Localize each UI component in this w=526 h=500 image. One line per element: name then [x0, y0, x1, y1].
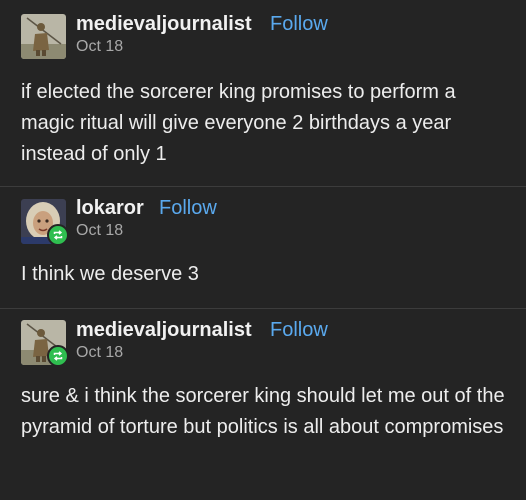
- follow-button[interactable]: Follow: [159, 197, 217, 220]
- post-body: I think we deserve 3: [21, 263, 199, 285]
- post-date[interactable]: Oct 18: [76, 222, 123, 240]
- post-reblog: lokaror Follow Oct 18 I think we deserve…: [0, 187, 526, 308]
- reblog-thread: medievaljournalist Follow Oct 18 if elec…: [0, 0, 526, 500]
- post-username[interactable]: lokaror: [76, 197, 144, 220]
- reblog-badge: [47, 224, 69, 246]
- follow-button[interactable]: Follow: [270, 13, 328, 36]
- reblog-icon: [53, 230, 63, 240]
- post-date[interactable]: Oct 18: [76, 38, 123, 56]
- knight-statue-avatar: [21, 14, 66, 59]
- post-body: sure & i think the sorcerer king should …: [21, 385, 505, 438]
- post-reblog: medievaljournalist Follow Oct 18 sure & …: [0, 309, 526, 500]
- reblog-icon: [53, 351, 63, 361]
- reblog-badge: [47, 345, 69, 367]
- post-date[interactable]: Oct 18: [76, 344, 123, 362]
- post-username[interactable]: medievaljournalist: [76, 319, 252, 342]
- post-body: if elected the sorcerer king promises to…: [21, 81, 456, 165]
- post-username[interactable]: medievaljournalist: [76, 13, 252, 36]
- avatar-medievaljournalist[interactable]: [21, 14, 66, 59]
- post-original: medievaljournalist Follow Oct 18 if elec…: [0, 0, 526, 186]
- follow-button[interactable]: Follow: [270, 319, 328, 342]
